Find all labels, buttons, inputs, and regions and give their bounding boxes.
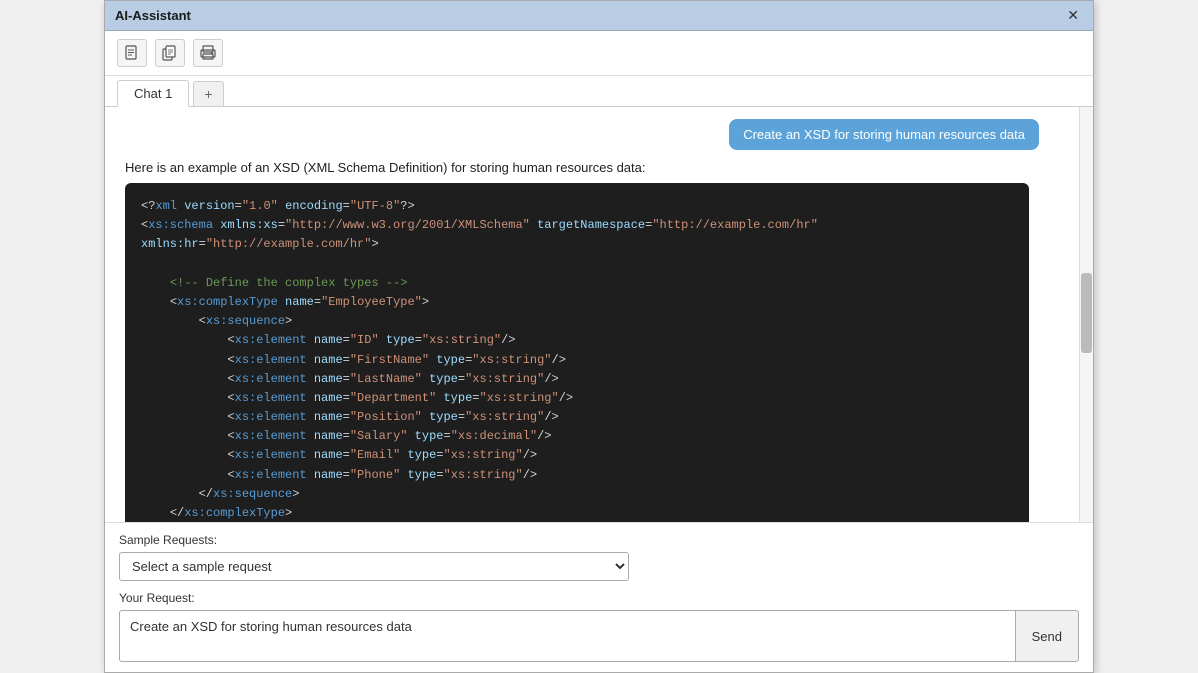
new-document-button[interactable] (117, 39, 147, 67)
send-button[interactable]: Send (1015, 610, 1079, 662)
bottom-section: Sample Requests: Select a sample request… (105, 522, 1093, 672)
chat-scrollbar[interactable] (1079, 107, 1093, 522)
toolbar (105, 31, 1093, 76)
print-icon (200, 45, 216, 61)
new-doc-icon (124, 45, 140, 61)
request-input-row: Send (119, 610, 1079, 662)
sample-requests-select[interactable]: Select a sample request (119, 552, 629, 581)
copy-button[interactable] (155, 39, 185, 67)
print-button[interactable] (193, 39, 223, 67)
assistant-message: Here is an example of an XSD (XML Schema… (125, 160, 1059, 522)
user-message-bubble: Create an XSD for storing human resource… (125, 119, 1059, 150)
tabs-row: Chat 1 + (105, 76, 1093, 107)
scrollbar-thumb[interactable] (1081, 273, 1092, 353)
title-bar: AI-Assistant ✕ (105, 1, 1093, 31)
user-bubble-text: Create an XSD for storing human resource… (729, 119, 1039, 150)
copy-icon (162, 45, 178, 61)
window-title: AI-Assistant (115, 8, 191, 23)
close-button[interactable]: ✕ (1063, 7, 1083, 24)
tab-add-button[interactable]: + (193, 81, 223, 106)
request-textarea[interactable] (119, 610, 1015, 662)
chat-scroll-wrapper: Create an XSD for storing human resource… (105, 107, 1093, 522)
assistant-intro-text: Here is an example of an XSD (XML Schema… (125, 160, 1029, 175)
code-block: <?xml version="1.0" encoding="UTF-8"?> <… (125, 183, 1029, 522)
your-request-label: Your Request: (119, 591, 1079, 605)
ai-assistant-window: AI-Assistant ✕ (104, 0, 1094, 673)
chat-messages-area[interactable]: Create an XSD for storing human resource… (105, 107, 1079, 522)
sample-requests-label: Sample Requests: (119, 533, 1079, 547)
tab-chat1[interactable]: Chat 1 (117, 80, 189, 107)
